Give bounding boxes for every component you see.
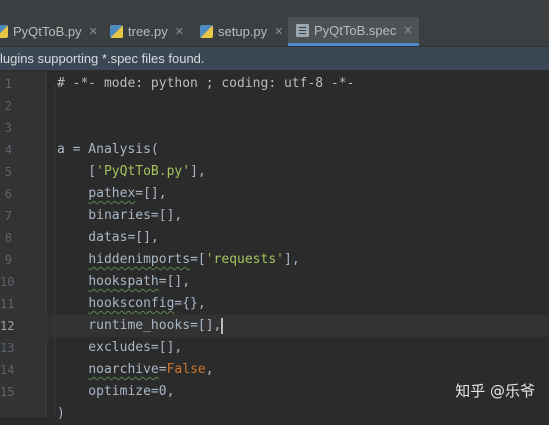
plugin-suggestion-banner: lugins supporting *.spec files found. <box>0 47 549 70</box>
code-line[interactable]: a = Analysis( <box>57 139 159 161</box>
code-line-current[interactable]: runtime_hooks=[], <box>57 315 224 337</box>
indent-guide <box>54 84 55 417</box>
code-line-comment[interactable]: # -*- mode: python ; coding: utf-8 -*- <box>57 73 354 95</box>
tab-label: PyQtToB.spec <box>314 22 397 38</box>
tab-pyqttob-py[interactable]: PyQtToB.py ✕ <box>0 17 98 46</box>
line-number: 1 <box>4 77 12 91</box>
line-number: 10 <box>0 275 15 289</box>
code-line[interactable]: hookspath=[], <box>57 271 190 293</box>
python-file-icon <box>200 25 213 38</box>
python-file-icon <box>0 25 8 38</box>
line-number: 13 <box>0 341 15 355</box>
line-number: 9 <box>4 253 12 267</box>
code-line[interactable]: datas=[], <box>57 227 158 249</box>
line-number-current: 12 <box>0 319 15 333</box>
line-number: 8 <box>4 231 12 245</box>
tab-label: tree.py <box>128 24 168 39</box>
code-line[interactable]: hiddenimports=['requests'], <box>57 249 299 271</box>
code-line[interactable]: ) <box>57 403 65 425</box>
line-number: 15 <box>0 385 15 399</box>
code-line[interactable]: binaries=[], <box>57 205 182 227</box>
code-line[interactable]: noarchive=False, <box>57 359 213 381</box>
tab-tree-py[interactable]: tree.py ✕ <box>110 17 184 46</box>
close-icon[interactable]: ✕ <box>403 24 412 37</box>
line-number: 2 <box>4 99 12 113</box>
gutter-divider <box>46 71 47 417</box>
spec-file-icon <box>296 23 309 37</box>
tab-setup-py[interactable]: setup.py ✕ <box>200 17 283 46</box>
code-text: runtime_hooks=[], <box>57 318 222 333</box>
watermark: 知乎 @乐爷 <box>455 382 535 400</box>
tab-pyqttob-spec[interactable]: PyQtToB.spec ✕ <box>288 17 419 46</box>
code-line[interactable]: ['PyQtToB.py'], <box>57 161 205 183</box>
tab-label: setup.py <box>218 24 268 39</box>
line-number: 4 <box>4 143 12 157</box>
line-number: 7 <box>4 209 12 223</box>
code-line[interactable]: excludes=[], <box>57 337 182 359</box>
line-number: 3 <box>4 121 12 135</box>
code-line[interactable]: optimize=0, <box>57 381 174 403</box>
editor-tab-bar: PyQtToB.py ✕ tree.py ✕ setup.py ✕ PyQtTo… <box>0 0 549 47</box>
banner-text: lugins supporting *.spec files found. <box>0 51 205 66</box>
close-icon[interactable]: ✕ <box>89 25 98 38</box>
code-line[interactable]: hooksconfig={}, <box>57 293 205 315</box>
line-number: 5 <box>4 165 12 179</box>
close-icon[interactable]: ✕ <box>274 25 283 38</box>
tab-label: PyQtToB.py <box>13 24 82 39</box>
close-icon[interactable]: ✕ <box>175 25 184 38</box>
text-caret <box>221 317 224 334</box>
line-number: 6 <box>4 187 12 201</box>
line-number: 11 <box>0 297 15 311</box>
code-line[interactable]: pathex=[], <box>57 183 166 205</box>
line-number: 14 <box>0 363 15 377</box>
python-file-icon <box>110 25 123 38</box>
